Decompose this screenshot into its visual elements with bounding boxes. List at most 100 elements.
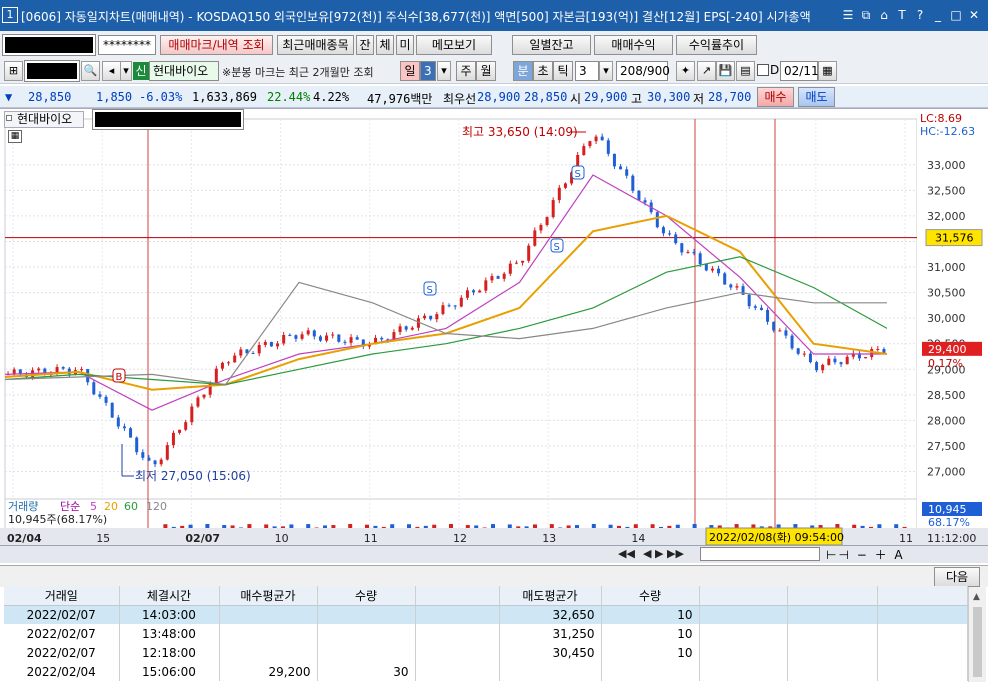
candle-body	[404, 326, 408, 330]
candle-body	[129, 428, 133, 438]
maximize-icon[interactable]: □	[948, 8, 964, 23]
table-row[interactable]: 2022/02/07 13:48:00 31,250 10	[4, 624, 968, 643]
drawing-icon[interactable]: ↗	[697, 61, 716, 81]
daily-balance-button[interactable]: 일별잔고	[512, 35, 591, 55]
trade-mark-query-button[interactable]: 매매마크/내역 조회	[160, 35, 273, 55]
column-header-1[interactable]: 체결시간	[119, 586, 220, 606]
column-header-7[interactable]	[699, 586, 788, 606]
column-header-0[interactable]: 거래일	[4, 586, 120, 606]
balance-button[interactable]: 잔	[356, 35, 374, 55]
unfilled-button[interactable]: 미	[396, 35, 414, 55]
pin-icon[interactable]: ⌂	[876, 8, 892, 23]
stock-code-icon[interactable]: ⊞	[4, 61, 23, 81]
candle-body	[233, 355, 237, 363]
quote-change: 1,850	[96, 90, 133, 104]
period-daily-tab[interactable]: 일	[400, 61, 420, 81]
period-second-tab[interactable]: 초	[533, 61, 553, 81]
daily-count-value[interactable]: 3	[420, 61, 436, 81]
tick-dropdown-icon[interactable]: ▾	[599, 61, 613, 81]
candle-body	[171, 432, 175, 446]
sell-avg-cell: 32,650	[499, 605, 602, 624]
stock-name-tab[interactable]: 현대바이오	[4, 111, 84, 128]
scroll-thumb[interactable]	[973, 607, 982, 677]
candle-body	[643, 200, 647, 203]
save-icon[interactable]: 💾	[716, 61, 735, 81]
table-row[interactable]: 2022/02/07 12:18:00 30,450 10	[4, 643, 968, 662]
scroll-track[interactable]	[700, 547, 820, 561]
column-header-3[interactable]: 수량	[317, 586, 416, 606]
execution-button[interactable]: 체	[376, 35, 394, 55]
period-minute-tab[interactable]: 분	[513, 61, 533, 81]
period-weekly-tab[interactable]: 주	[456, 61, 476, 81]
help-icon[interactable]: ?	[912, 8, 928, 23]
tick-value-field[interactable]: 3	[575, 61, 599, 81]
candle-body	[37, 368, 41, 371]
candle-body	[135, 437, 139, 453]
sell-marker-label: S	[554, 242, 560, 253]
nav-first-button[interactable]: ◀◀	[618, 547, 635, 560]
axis-time-label: 11:12:00	[927, 532, 976, 545]
dropdown-arrow-icon[interactable]: ▾	[120, 61, 132, 81]
candle-body	[202, 394, 206, 398]
password-field[interactable]: ********	[98, 35, 156, 55]
vertical-scrollbar[interactable]: ▲	[968, 587, 986, 682]
column-header-2[interactable]: 매수평균가	[219, 586, 318, 606]
font-size-icon[interactable]: T	[894, 8, 910, 23]
blank-cell	[699, 605, 788, 624]
column-header-9[interactable]	[877, 586, 968, 606]
speaker-icon[interactable]: ◂	[102, 61, 121, 81]
nav-play-button[interactable]: ▶	[655, 547, 663, 560]
window-link-icon[interactable]: ⧉	[858, 8, 874, 23]
tools-icon[interactable]: ✦	[676, 61, 695, 81]
candle-body	[178, 429, 182, 433]
date-field[interactable]: 02/11	[780, 61, 819, 81]
chart-area[interactable]: 33,00032,50032,00031,50031,00030,50030,0…	[0, 108, 988, 546]
search-icon[interactable]: 🔍	[81, 61, 100, 81]
candle-body	[159, 459, 163, 465]
return-trend-button[interactable]: 수익률추이	[676, 35, 757, 55]
column-header-6[interactable]: 수량	[601, 586, 700, 606]
stock-code-field[interactable]	[24, 60, 80, 82]
table-row[interactable]: 2022/02/07 14:03:00 32,650 10	[4, 605, 968, 624]
table-row[interactable]: 2022/02/04 15:06:00 29,200 30	[4, 662, 968, 681]
window-title: [0606] 자동일지차트(매매내역) - KOSDAQ150 외국인보유[97…	[21, 10, 811, 24]
chart-toolbar: ⊞ 🔍 ◂ ▾ 신 현대바이오 ※분봉 마크는 최근 2개월만 조회 일 3 ▾…	[0, 58, 988, 84]
price-chart[interactable]: 33,00032,50032,00031,50031,00030,50030,0…	[0, 109, 988, 546]
column-header-5[interactable]: 매도평균가	[499, 586, 602, 606]
nav-prev-button[interactable]: ◀	[643, 547, 651, 560]
candle-body	[723, 273, 727, 285]
time-axis-bar: ◀◀ ◀ ▶ ▶▶ ⊢⊣ − ＋ A	[0, 545, 988, 563]
period-monthly-tab[interactable]: 월	[476, 61, 496, 81]
stock-name-field[interactable]: 현대바이오	[149, 61, 219, 81]
daily-dropdown-icon[interactable]: ▾	[437, 61, 451, 81]
quote-volume: 1,633,869	[192, 90, 258, 104]
period-tick-tab[interactable]: 틱	[553, 61, 573, 81]
zoom-controls[interactable]: ⊢⊣ − ＋ A	[826, 546, 905, 563]
calendar-icon[interactable]: ▦	[818, 61, 837, 81]
candle-body	[306, 330, 310, 335]
date-checkbox[interactable]	[757, 64, 769, 76]
minimize-icon[interactable]: _	[930, 8, 946, 23]
account-number-field[interactable]	[2, 34, 96, 56]
trade-profit-button[interactable]: 매매수익	[594, 35, 673, 55]
count-field[interactable]: 208/900	[616, 61, 670, 81]
recent-trade-stocks-button[interactable]: 최근매매종목	[277, 35, 354, 55]
candle-body	[735, 286, 739, 288]
column-header-4[interactable]	[415, 586, 500, 606]
candle-body	[594, 136, 598, 142]
print-icon[interactable]: ▤	[736, 61, 755, 81]
sell-button[interactable]: 매도	[798, 87, 835, 107]
quote-high: 30,300	[647, 90, 691, 104]
column-header-8[interactable]	[787, 586, 878, 606]
buy-button[interactable]: 매수	[757, 87, 794, 107]
blank-cell	[415, 643, 500, 662]
scroll-up-icon[interactable]: ▲	[973, 592, 980, 602]
close-icon[interactable]: ✕	[966, 8, 982, 23]
nav-last-button[interactable]: ▶▶	[667, 547, 684, 560]
next-button[interactable]: 다음	[934, 567, 980, 587]
grid-table-icon[interactable]: ▦	[8, 130, 22, 143]
candle-body	[815, 362, 819, 371]
menu-icon[interactable]: ☰	[840, 8, 856, 23]
memo-view-button[interactable]: 메모보기	[416, 35, 492, 55]
buy-avg-cell: 29,200	[219, 662, 318, 681]
